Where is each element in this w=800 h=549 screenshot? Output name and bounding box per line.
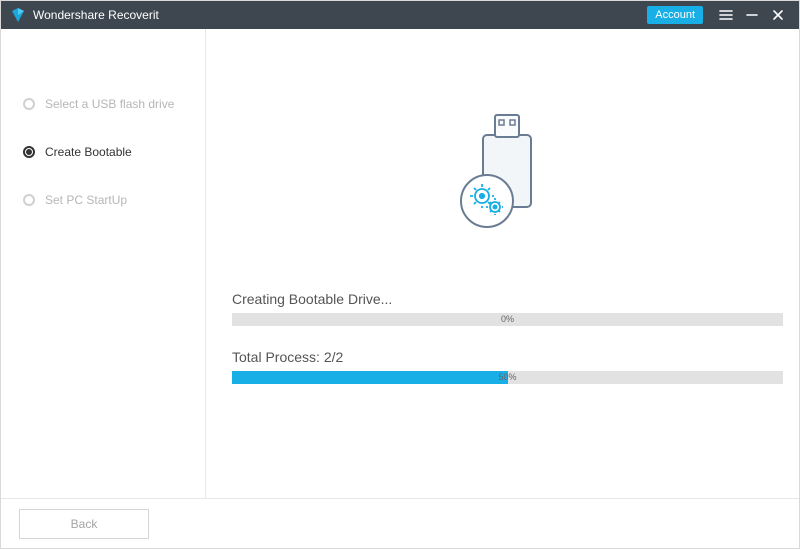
step-label: Select a USB flash drive	[45, 97, 174, 111]
back-button[interactable]: Back	[19, 509, 149, 539]
minimize-icon[interactable]	[739, 1, 765, 29]
task-progress-label: Creating Bootable Drive...	[232, 291, 783, 307]
radio-unselected-icon	[23, 194, 35, 206]
radio-unselected-icon	[23, 98, 35, 110]
titlebar: Wondershare Recoverit Account	[1, 1, 799, 29]
sidebar: Select a USB flash drive Create Bootable…	[1, 29, 206, 498]
close-icon[interactable]	[765, 1, 791, 29]
total-progress-bar: 50%	[232, 371, 783, 384]
account-button[interactable]: Account	[647, 6, 703, 24]
total-progress-label: Total Process: 2/2	[232, 349, 783, 365]
step-select-usb: Select a USB flash drive	[1, 87, 205, 121]
task-progress-section: Creating Bootable Drive... 0%	[232, 291, 783, 326]
task-progress-percent: 0%	[501, 313, 514, 326]
total-progress-percent: 50%	[498, 371, 516, 384]
usb-drive-icon	[433, 107, 573, 247]
app-title: Wondershare Recoverit	[33, 8, 159, 22]
radio-selected-icon	[23, 146, 35, 158]
step-set-pc-startup: Set PC StartUp	[1, 183, 205, 217]
total-progress-section: Total Process: 2/2 50%	[232, 349, 783, 384]
step-label: Set PC StartUp	[45, 193, 127, 207]
total-progress-fill	[232, 371, 508, 384]
step-create-bootable: Create Bootable	[1, 135, 205, 169]
menu-icon[interactable]	[713, 1, 739, 29]
task-progress-bar: 0%	[232, 313, 783, 326]
main-panel: Creating Bootable Drive... 0% Total Proc…	[206, 29, 799, 498]
footer: Back	[1, 498, 799, 548]
app-window: Wondershare Recoverit Account Select a U…	[0, 0, 800, 549]
step-label: Create Bootable	[45, 145, 132, 159]
app-logo-icon	[9, 6, 27, 24]
body: Select a USB flash drive Create Bootable…	[1, 29, 799, 498]
